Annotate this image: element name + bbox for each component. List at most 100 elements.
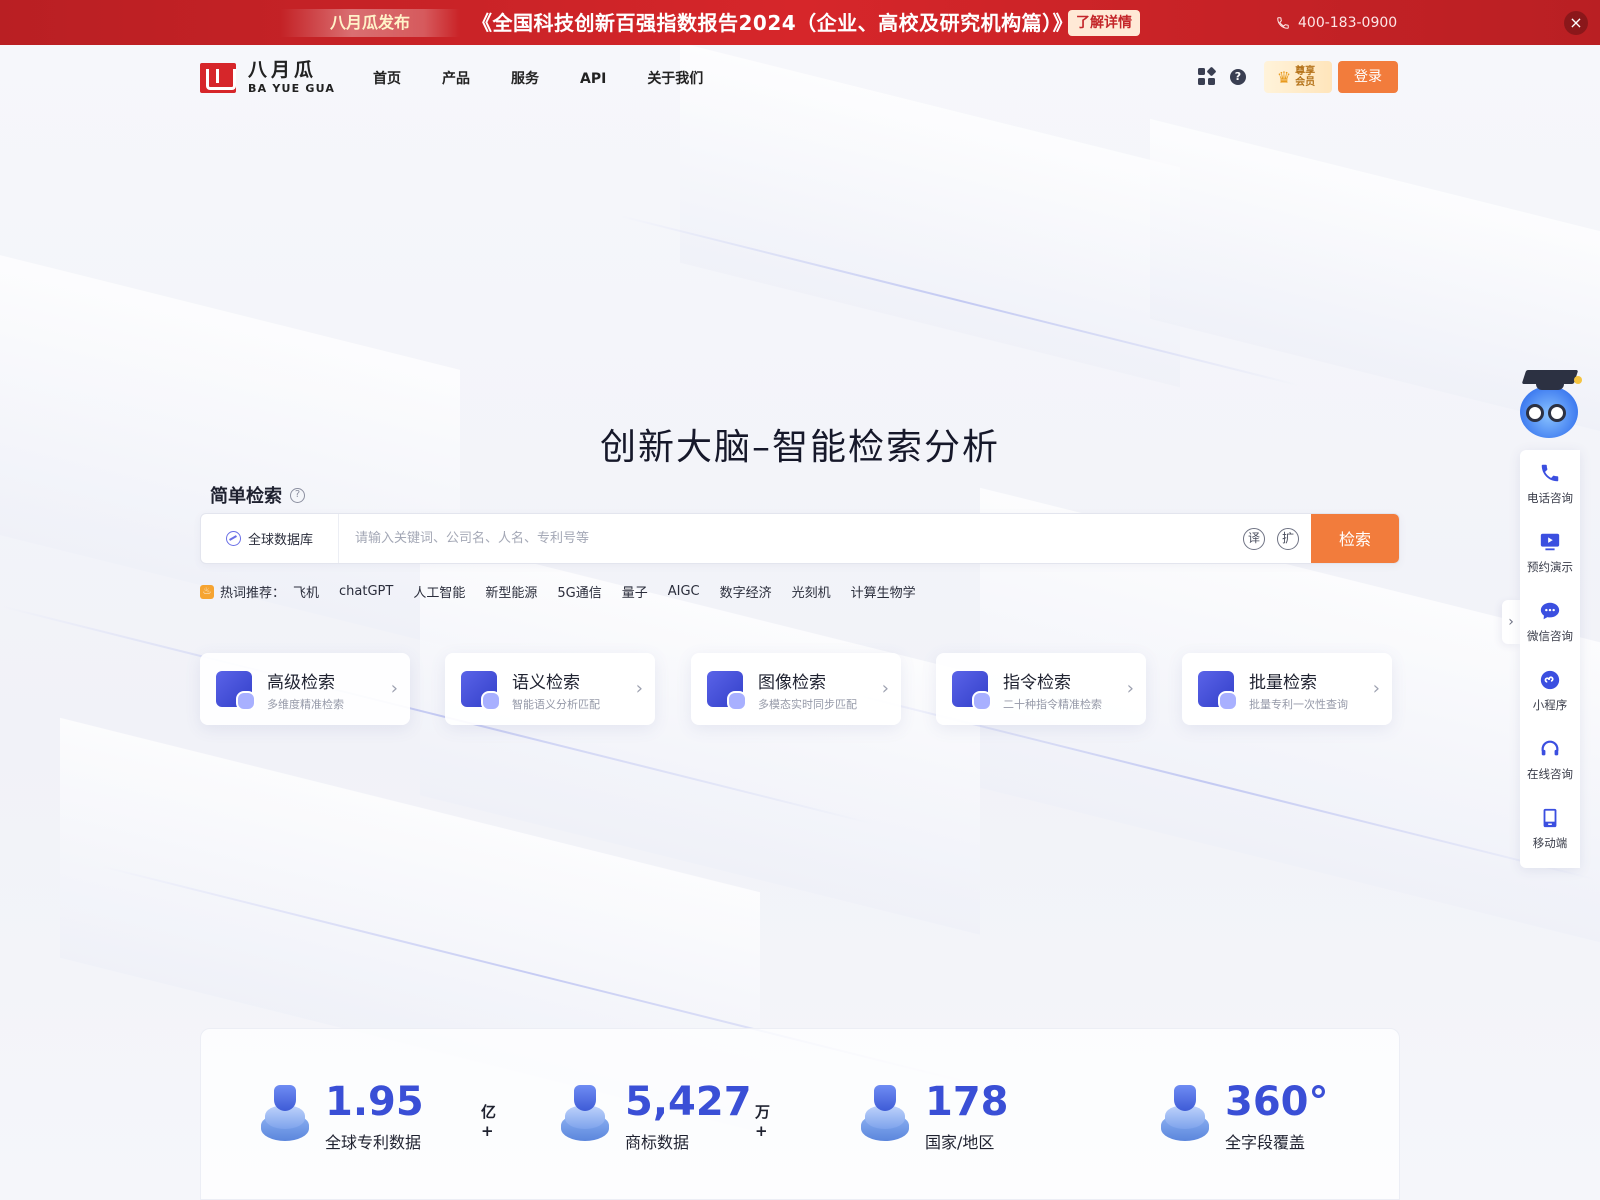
logo-name-cn: 八月瓜 xyxy=(248,59,318,81)
country-data-icon xyxy=(857,1083,913,1143)
vip-button[interactable]: ♛ 尊享会员 xyxy=(1264,61,1332,93)
crown-icon: ♛ xyxy=(1276,67,1292,87)
stats-panel: 1.95 亿+ 全球专利数据 5,427 万+ 商标数据 178 国家/地区 3… xyxy=(200,1028,1400,1200)
stat-label: 国家/地区 xyxy=(925,1133,995,1152)
code-command-icon xyxy=(952,671,992,711)
sidebar-item-mobile[interactable]: 移动端 xyxy=(1520,795,1580,857)
stat-value: 178 xyxy=(925,1079,1009,1125)
card-desc: 多模态实时同步匹配 xyxy=(758,698,857,711)
sidebar-item-label: 在线咨询 xyxy=(1527,767,1573,781)
search-input[interactable] xyxy=(339,514,1243,563)
stat-unit: 万+ xyxy=(755,1103,771,1140)
translate-icon[interactable]: 译 xyxy=(1243,528,1265,550)
hot-keyword[interactable]: 数字经济 xyxy=(720,582,772,601)
stat-label: 商标数据 xyxy=(625,1133,690,1152)
logo-mark-icon xyxy=(200,62,236,93)
promo-banner[interactable]: 八月瓜发布 《全国科技创新百强指数报告2024（企业、高校及研究机构篇）》 了解… xyxy=(0,0,1600,45)
close-icon[interactable]: × xyxy=(1564,11,1588,35)
sidebar-item-label: 电话咨询 xyxy=(1527,491,1573,505)
hot-keyword[interactable]: chatGPT xyxy=(339,584,393,599)
sidebar-item-label: 小程序 xyxy=(1532,698,1568,712)
learn-more-button[interactable]: 了解详情 xyxy=(1068,10,1140,36)
sidebar-item-label: 预约演示 xyxy=(1527,560,1573,574)
headset-icon xyxy=(1539,738,1561,760)
search-mode-label: 简单检索 xyxy=(210,486,282,507)
hot-keyword[interactable]: 计算生物学 xyxy=(851,582,916,601)
login-button[interactable]: 登录 xyxy=(1338,61,1398,93)
card-advanced-search[interactable]: 高级检索 多维度精准检索 › xyxy=(200,653,410,725)
vip-label: 尊享会员 xyxy=(1295,66,1316,88)
logo-name-en: BA YUE GUA xyxy=(248,82,336,95)
phone-icon xyxy=(1539,462,1561,484)
card-desc: 智能语义分析匹配 xyxy=(512,698,600,711)
chevron-right-icon: › xyxy=(1372,678,1380,699)
globe-icon xyxy=(225,531,241,546)
card-title: 图像检索 xyxy=(758,673,826,693)
sidebar-item-label: 微信咨询 xyxy=(1527,629,1573,643)
chevron-right-icon: › xyxy=(1126,678,1134,699)
main-menu: 首页 产品 服务 API 关于我们 xyxy=(373,67,744,91)
sidebar-item-phone[interactable]: 电话咨询 xyxy=(1520,450,1580,512)
stat-value: 360° xyxy=(1225,1079,1329,1125)
expand-icon[interactable]: 扩 xyxy=(1277,528,1299,550)
search-button[interactable]: 检索 xyxy=(1311,514,1399,563)
database-selector[interactable]: 全球数据库 xyxy=(201,514,339,563)
monitor-play-icon xyxy=(1539,531,1561,553)
help-icon[interactable]: ? xyxy=(1230,69,1246,85)
nav-item-home[interactable]: 首页 xyxy=(373,67,401,91)
trademark-data-icon xyxy=(557,1083,613,1143)
page-title: 创新大脑–智能检索分析 xyxy=(599,427,1000,468)
card-image-search[interactable]: 图像检索 多模态实时同步匹配 › xyxy=(691,653,901,725)
floating-sidebar: 电话咨询 预约演示 微信咨询 小程序 在线咨询 移动端 xyxy=(1520,450,1580,868)
hot-keywords: ♨ 热词推荐： 飞机 chatGPT 人工智能 新型能源 5G通信 量子 AIG… xyxy=(200,582,936,601)
nav-item-api[interactable]: API xyxy=(580,67,606,91)
card-command-search[interactable]: 指令检索 二十种指令精准检索 › xyxy=(936,653,1146,725)
hot-keyword[interactable]: 飞机 xyxy=(293,582,319,601)
card-title: 指令检索 xyxy=(1003,673,1071,693)
hot-keyword[interactable]: AIGC xyxy=(668,584,700,599)
field-coverage-icon xyxy=(1157,1083,1213,1143)
chevron-right-icon: › xyxy=(881,678,889,699)
card-semantic-search[interactable]: 语义检索 智能语义分析匹配 › xyxy=(445,653,655,725)
card-batch-search[interactable]: 批量检索 批量专利一次性查询 › xyxy=(1182,653,1392,725)
hot-keyword[interactable]: 光刻机 xyxy=(792,582,831,601)
hotline: 400-183-0900 xyxy=(1276,11,1397,35)
hot-keywords-label: 热词推荐： xyxy=(220,586,286,601)
image-search-icon xyxy=(707,671,747,711)
card-title: 高级检索 xyxy=(267,673,335,693)
hot-keyword[interactable]: 新型能源 xyxy=(485,582,537,601)
help-circle-icon[interactable]: ? xyxy=(290,487,305,503)
batch-grid-icon xyxy=(1198,671,1238,711)
promo-tag: 八月瓜发布 xyxy=(280,9,460,37)
stat-label: 全字段覆盖 xyxy=(1225,1133,1306,1152)
gear-search-icon xyxy=(216,671,256,711)
database-label: 全球数据库 xyxy=(247,533,313,548)
mascot-avatar[interactable] xyxy=(1510,368,1582,446)
patent-data-icon xyxy=(257,1083,313,1143)
sidebar-item-miniprogram[interactable]: 小程序 xyxy=(1520,657,1580,719)
chevron-right-icon: › xyxy=(635,678,643,699)
sidebar-item-demo[interactable]: 预约演示 xyxy=(1520,519,1580,581)
sidebar-item-wechat[interactable]: 微信咨询 xyxy=(1520,588,1580,650)
apps-grid-icon[interactable] xyxy=(1198,66,1217,86)
top-nav: 八月瓜 BA YUE GUA 首页 产品 服务 API 关于我们 ? ♛ 尊享会… xyxy=(0,45,1600,111)
nav-item-about[interactable]: 关于我们 xyxy=(647,67,703,91)
logo[interactable]: 八月瓜 BA YUE GUA xyxy=(200,61,335,94)
sidebar-collapse-chevron-icon[interactable]: › xyxy=(1502,600,1520,644)
stat-value: 5,427 xyxy=(625,1079,752,1125)
nav-item-products[interactable]: 产品 xyxy=(442,67,470,91)
nav-actions: ? ♛ 尊享会员 登录 xyxy=(1198,61,1398,93)
sidebar-item-online-chat[interactable]: 在线咨询 xyxy=(1520,726,1580,788)
hot-keyword[interactable]: 人工智能 xyxy=(413,582,465,601)
nav-item-services[interactable]: 服务 xyxy=(511,67,539,91)
card-desc: 批量专利一次性查询 xyxy=(1249,698,1348,711)
mini-program-icon xyxy=(1539,669,1561,691)
phone-icon xyxy=(1277,17,1289,29)
hot-keyword[interactable]: 5G通信 xyxy=(557,582,601,601)
search-mode: 简单检索 ? xyxy=(210,482,305,508)
sidebar-item-label: 移动端 xyxy=(1532,836,1568,850)
chevron-right-icon: › xyxy=(390,678,398,699)
stat-label: 全球专利数据 xyxy=(325,1133,422,1152)
promo-headline[interactable]: 《全国科技创新百强指数报告2024（企业、高校及研究机构篇）》 xyxy=(472,9,1073,37)
hot-keyword[interactable]: 量子 xyxy=(622,582,648,601)
